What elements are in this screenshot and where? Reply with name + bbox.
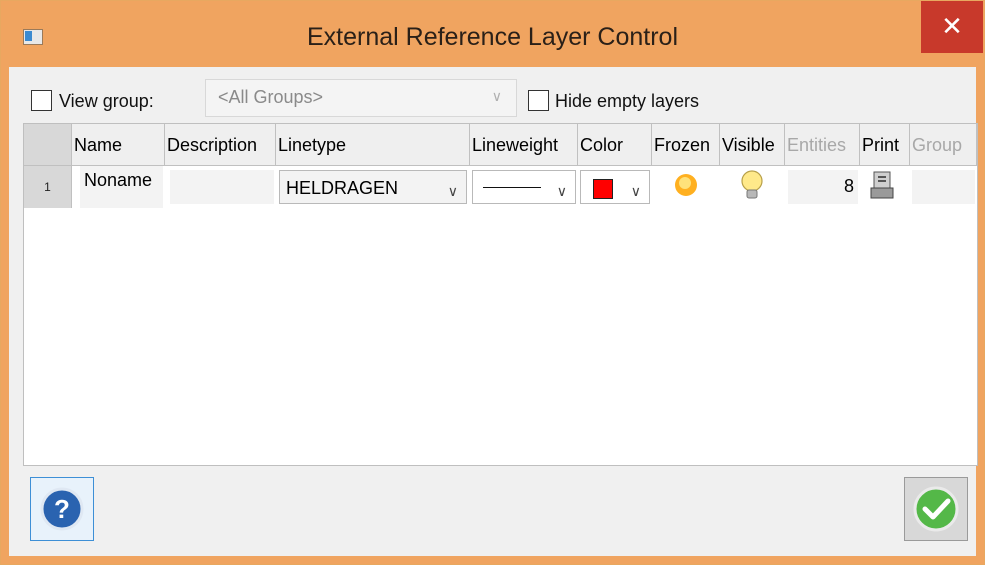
- column-header-entities[interactable]: Entities: [785, 124, 860, 166]
- column-header-description[interactable]: Description: [165, 124, 276, 166]
- help-button[interactable]: ?: [30, 477, 94, 541]
- chevron-down-icon: ∨: [491, 88, 502, 104]
- group-cell: [912, 170, 975, 204]
- grid-corner: [24, 124, 72, 166]
- layer-name-cell[interactable]: Noname: [80, 166, 163, 208]
- close-button[interactable]: ✕: [921, 1, 983, 53]
- view-group-label: View group:: [59, 91, 154, 111]
- layer-description-cell[interactable]: [170, 170, 274, 204]
- checkmark-icon: [913, 486, 959, 532]
- column-header-linetype[interactable]: Linetype: [276, 124, 470, 166]
- title-bar: External Reference Layer Control ✕: [1, 1, 984, 67]
- color-swatch: [593, 179, 613, 199]
- column-header-color[interactable]: Color: [578, 124, 652, 166]
- column-header-name[interactable]: Name: [72, 124, 165, 166]
- sun-icon: [675, 174, 697, 196]
- chevron-down-icon: ∨: [630, 183, 641, 199]
- column-header-print[interactable]: Print: [860, 124, 910, 166]
- column-header-group[interactable]: Group: [910, 124, 977, 166]
- lightbulb-icon: [741, 170, 763, 199]
- chevron-down-icon: ∨: [556, 183, 567, 199]
- visible-toggle[interactable]: [720, 166, 785, 208]
- chevron-down-icon: ∨: [447, 183, 458, 199]
- help-icon: ?: [40, 487, 84, 531]
- lineweight-select[interactable]: ∨: [472, 170, 576, 204]
- frozen-toggle[interactable]: [652, 166, 720, 208]
- view-group-checkbox[interactable]: [31, 90, 52, 111]
- color-select[interactable]: ∨: [580, 170, 650, 204]
- printer-icon: [870, 171, 894, 199]
- dialog-body: View group: <All Groups> ∨ Hide empty la…: [9, 67, 978, 556]
- dialog-window: External Reference Layer Control ✕ View …: [0, 0, 985, 565]
- linetype-select[interactable]: HELDRAGEN ∨: [279, 170, 467, 204]
- hide-empty-layers-checkbox[interactable]: [528, 90, 549, 111]
- group-select[interactable]: <All Groups> ∨: [205, 79, 517, 117]
- row-header[interactable]: 1: [24, 166, 72, 208]
- toolbar: View group: <All Groups> ∨ Hide empty la…: [9, 67, 976, 119]
- entities-count-cell: 8: [788, 170, 858, 204]
- hide-empty-layers-label: Hide empty layers: [555, 91, 700, 111]
- svg-text:?: ?: [54, 494, 70, 524]
- group-select-value: <All Groups>: [218, 87, 324, 107]
- lineweight-sample: [483, 187, 541, 188]
- column-header-frozen[interactable]: Frozen: [652, 124, 720, 166]
- column-header-lineweight[interactable]: Lineweight: [470, 124, 578, 166]
- column-header-visible[interactable]: Visible: [720, 124, 785, 166]
- ok-button[interactable]: [904, 477, 968, 541]
- print-toggle[interactable]: [860, 166, 910, 208]
- linetype-select-value: HELDRAGEN: [286, 178, 399, 198]
- layer-grid: Name Description Linetype Lineweight Col…: [23, 123, 978, 466]
- window-title: External Reference Layer Control: [306, 23, 679, 51]
